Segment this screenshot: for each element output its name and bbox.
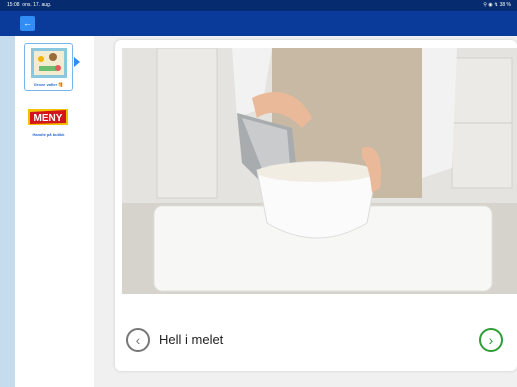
status-bar: 15:08 ons. 17. aug. ⚲ ◉ ↯ 38 % [0, 0, 517, 11]
step-photo [122, 48, 517, 294]
chevron-left-icon: ‹ [135, 332, 141, 348]
status-time: 15:08 ons. 17. aug. [7, 2, 52, 8]
waffle-recipe-icon [31, 48, 67, 78]
app-bar: ← [0, 11, 517, 36]
main-area: ‹ Hell i melet › [94, 36, 517, 387]
sidebar-item-label: Grove vafler 🥞 [33, 82, 64, 87]
sidebar: Grove vafler 🥞 MENY Handle på butikk [15, 36, 94, 387]
back-button[interactable]: ← [20, 16, 35, 31]
recipe-step-card: ‹ Hell i melet › [115, 40, 517, 371]
previous-step-button[interactable]: ‹ [126, 328, 150, 352]
chevron-right-icon: › [488, 332, 494, 348]
svg-text:MENY: MENY [34, 113, 63, 124]
step-caption-row: ‹ Hell i melet › [115, 320, 517, 360]
sidebar-item-grove-vafler[interactable]: Grove vafler 🥞 [24, 43, 73, 91]
status-indicators: ⚲ ◉ ↯ 38 % [483, 2, 511, 8]
sidebar-item-label: Handle på butikk [32, 132, 65, 137]
sidebar-item-handle-pa-butikk[interactable]: MENY Handle på butikk [24, 104, 73, 142]
next-step-button[interactable]: › [479, 328, 503, 352]
step-caption: Hell i melet [159, 332, 224, 347]
meny-logo-icon: MENY [28, 109, 68, 125]
step-photo-illustration [122, 48, 517, 294]
selection-pointer [74, 57, 80, 67]
